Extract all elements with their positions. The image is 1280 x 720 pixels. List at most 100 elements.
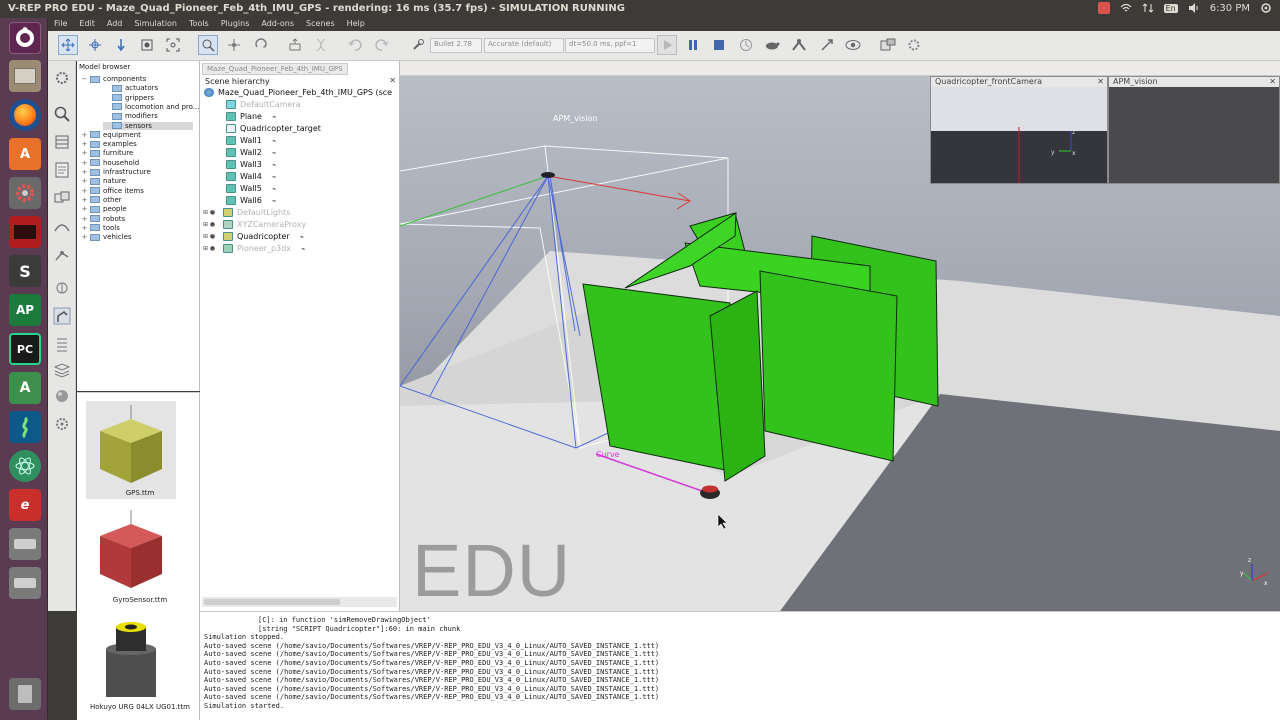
list-icon[interactable] [53,335,71,353]
scene-object-defaultlights[interactable]: ⊞ ● DefaultLights [203,208,290,217]
model-folder-examples[interactable]: + examples [81,140,137,148]
model-folder-grippers[interactable]: grippers [103,94,154,102]
close-icon[interactable]: ✕ [1097,77,1104,87]
assemble-icon[interactable] [285,35,305,55]
scene-object-defaultcamera[interactable]: DefaultCamera [226,100,301,109]
scene-object-wall5[interactable]: Wall5 ⌁ [226,184,276,193]
transfer-icon[interactable] [1142,2,1154,14]
expand-icon[interactable]: + [81,131,88,139]
model-folder-furniture[interactable]: + furniture [81,149,134,157]
add-gear-icon[interactable] [53,69,71,87]
shift-camera-icon[interactable] [111,35,131,55]
scene-tab[interactable]: Maze_Quad_Pioneer_Feb_4th_IMU_GPS [202,63,348,75]
sphere-icon[interactable] [53,387,71,405]
model-thumb-gyrosensor[interactable]: GyroSensor.ttm [86,508,176,606]
expand-icon[interactable]: + [81,168,88,176]
expand-icon[interactable]: + [81,187,88,195]
settings-icon[interactable] [9,177,41,209]
transfer-dna-icon[interactable] [311,35,331,55]
model-thumb-hokuyo[interactable]: Hokuyo URG 04LX UG01.ttm [86,615,190,713]
script-link-icon[interactable]: ⌁ [272,173,276,181]
script-icon[interactable] [53,161,71,179]
trash-icon[interactable] [9,678,41,710]
scene-object-wall1[interactable]: Wall1 ⌁ [226,136,276,145]
model-folder-vehicles[interactable]: + vehicles [81,233,132,241]
pycharm-icon[interactable]: PC [9,333,41,365]
search-icon[interactable] [53,105,71,123]
model-folder-household[interactable]: + household [81,159,140,167]
scene-object-wall6[interactable]: Wall6 ⌁ [226,196,276,205]
expand-icon[interactable]: ⊞ ● [203,245,223,252]
ubuntu-dash-icon[interactable] [9,22,41,54]
realtime-icon[interactable] [736,35,756,55]
keyboard-language[interactable]: En [1163,3,1178,13]
menu-scenes[interactable]: Scenes [300,18,341,31]
threaded-rendering-icon[interactable] [817,35,837,55]
pdf-viewer-icon[interactable]: e [9,489,41,521]
script-link-icon[interactable]: ⌁ [272,161,276,169]
drive-icon[interactable] [9,528,41,560]
gecko-icon[interactable] [9,411,41,443]
model-folder-equipment[interactable]: + equipment [81,131,141,139]
script-link-icon[interactable]: ⌁ [272,197,276,205]
menu-edit[interactable]: Edit [73,18,101,31]
model-folder-robots[interactable]: + robots [81,215,126,223]
model-folder-infrastructure[interactable]: + infrastructure [81,168,151,176]
expand-icon[interactable]: − [81,75,88,83]
fit-view-icon[interactable] [163,35,183,55]
expand-icon[interactable]: ⊞ ● [203,233,223,240]
scene-object-xyzcameraproxy[interactable]: ⊞ ● XYZCameraProxy [203,220,306,229]
expand-icon[interactable]: + [81,205,88,213]
model-folder-modifiers[interactable]: modifiers [103,112,158,120]
power-gear-icon[interactable] [1260,2,1272,14]
software-center-icon[interactable]: A [9,138,41,170]
slow-down-icon[interactable] [762,35,782,55]
expand-icon[interactable]: + [81,224,88,232]
atom-icon[interactable] [9,450,41,482]
script-link-icon[interactable]: ⌁ [272,113,276,121]
script-link-icon[interactable]: ⌁ [272,185,276,193]
model-folder-locomotion-and-pro[interactable]: locomotion and pro... [103,103,200,111]
floating-view-front-camera[interactable]: Quadricopter_frontCamera ✕ z y x [930,76,1108,184]
model-folder-tools[interactable]: + tools [81,224,120,232]
scene-root[interactable]: Maze_Quad_Pioneer_Feb_4th_IMU_GPS (sce [204,88,392,97]
script-link-icon[interactable]: ⌁ [301,245,305,253]
scene-object-properties-icon[interactable] [878,35,898,55]
menu-addons[interactable]: Add-ons [255,18,300,31]
start-simulation-icon[interactable] [657,35,677,55]
rotate-object-icon[interactable] [251,35,271,55]
volume-icon[interactable] [1188,2,1200,14]
zoom-camera-icon[interactable] [137,35,157,55]
expand-icon[interactable]: + [81,233,88,241]
expand-icon[interactable]: + [81,140,88,148]
script-link-icon[interactable]: ⌁ [272,137,276,145]
menu-help[interactable]: Help [341,18,371,31]
api-icon[interactable]: AP [9,294,41,326]
scene-object-wall4[interactable]: Wall4 ⌁ [226,172,276,181]
speed-up-icon[interactable] [789,35,809,55]
model-folder-people[interactable]: + people [81,205,127,213]
move-camera-icon[interactable] [58,35,78,55]
paths-icon[interactable] [53,217,71,235]
accuracy-select[interactable]: Accurate (default) [484,38,564,53]
floating-view-apm-vision[interactable]: APM_vision ✕ [1108,76,1280,184]
undo-icon[interactable] [345,35,365,55]
model-folder-office-items[interactable]: + office items [81,187,144,195]
dynamics-icon[interactable] [53,279,71,297]
wifi-icon[interactable] [1120,2,1132,14]
script-link-icon[interactable]: ⌁ [272,149,276,157]
menu-tools[interactable]: Tools [183,18,215,31]
terminal-icon[interactable] [9,216,41,248]
hierarchy-scrollbar[interactable] [202,597,397,607]
stack-icon[interactable] [53,361,71,379]
expand-icon[interactable]: + [81,159,88,167]
menu-plugins[interactable]: Plugins [215,18,256,31]
files-icon[interactable] [9,60,41,92]
translate-object-icon[interactable] [224,35,244,55]
clock[interactable]: 6:30 PM [1210,3,1250,14]
scene-object-wall3[interactable]: Wall3 ⌁ [226,160,276,169]
model-folder-sensors[interactable]: sensors [103,121,193,130]
expand-icon[interactable]: + [81,177,88,185]
menu-simulation[interactable]: Simulation [128,18,183,31]
pause-simulation-icon[interactable] [683,35,703,55]
